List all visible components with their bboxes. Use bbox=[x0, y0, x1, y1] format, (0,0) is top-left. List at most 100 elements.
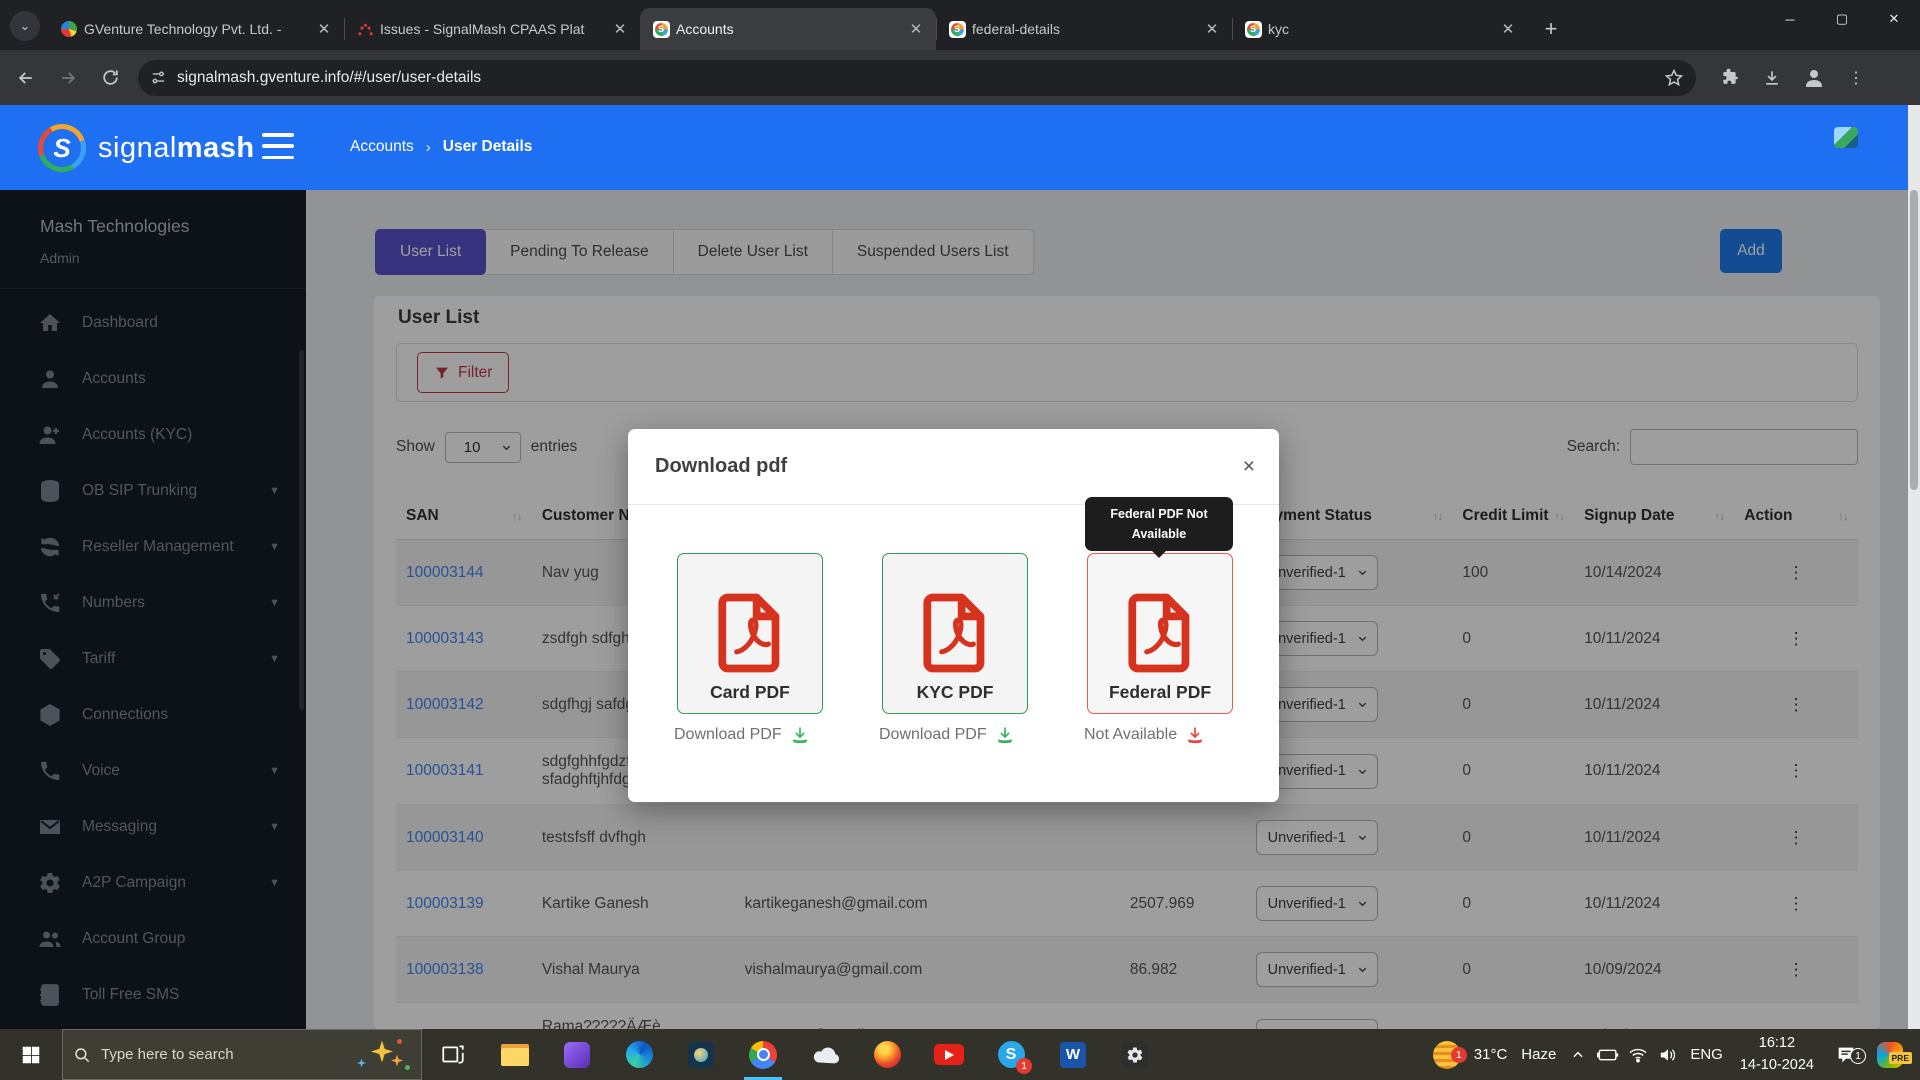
tab-title: GVenture Technology Pvt. Ltd. - bbox=[84, 21, 308, 37]
taskbar: Type here to search S1W 1 31°C Haze ENG bbox=[0, 1029, 1920, 1080]
card-pdf-card[interactable]: Card PDF bbox=[677, 553, 823, 714]
youtube-taskbar-icon[interactable] bbox=[918, 1029, 980, 1080]
page-scrollbar[interactable] bbox=[1908, 105, 1920, 1029]
onedrive-taskbar-icon[interactable] bbox=[794, 1029, 856, 1080]
breadcrumb-current: User Details bbox=[443, 138, 533, 156]
taskbar-clock[interactable]: 16:12 14-10-2024 bbox=[1740, 1033, 1814, 1075]
download-icon bbox=[995, 725, 1015, 745]
modal-title: Download pdf bbox=[655, 455, 1243, 478]
modal-close-icon[interactable]: × bbox=[1243, 455, 1255, 479]
tab-title: federal-details bbox=[972, 21, 1196, 37]
header-avatar[interactable] bbox=[1834, 127, 1858, 148]
download-pdf-action[interactable]: Download PDF bbox=[879, 722, 1015, 748]
settings-taskbar-icon[interactable] bbox=[1104, 1029, 1166, 1080]
language-indicator[interactable]: ENG bbox=[1690, 1046, 1723, 1063]
forward-icon[interactable] bbox=[52, 62, 84, 94]
download-pdf-modal: Download pdf × Card PDF Download PDF KYC P… bbox=[628, 429, 1279, 802]
browser-tab[interactable]: Issues - SignalMash CPAAS Plat ✕ bbox=[344, 8, 640, 50]
not-available-action: Not Available bbox=[1084, 722, 1205, 748]
maximize-button[interactable]: ▢ bbox=[1816, 0, 1868, 38]
explorer-taskbar-icon[interactable] bbox=[484, 1029, 546, 1080]
address-bar[interactable]: signalmash.gventure.info/#/user/user-det… bbox=[138, 60, 1696, 96]
browser-menu-icon[interactable]: ⋮ bbox=[1840, 62, 1872, 94]
firefox-taskbar-icon[interactable] bbox=[856, 1029, 918, 1080]
download-icon bbox=[790, 725, 810, 745]
download-icon bbox=[1185, 725, 1205, 745]
tab-title: kyc bbox=[1268, 21, 1492, 37]
tab-close-icon[interactable]: ✕ bbox=[1202, 19, 1222, 39]
breadcrumb: Accounts › User Details bbox=[350, 138, 532, 156]
back-icon[interactable] bbox=[10, 62, 42, 94]
signalmash-logo[interactable]: S signalmash bbox=[38, 124, 255, 172]
browser-tab[interactable]: Sfederal-details ✕ bbox=[936, 8, 1232, 50]
weather-condition: Haze bbox=[1521, 1046, 1556, 1063]
url-text[interactable]: signalmash.gventure.info/#/user/user-det… bbox=[177, 69, 1664, 87]
minimize-button[interactable]: ─ bbox=[1764, 0, 1816, 38]
kyc-pdf-card[interactable]: KYC PDF bbox=[882, 553, 1028, 714]
wifi-icon[interactable] bbox=[1623, 1047, 1653, 1063]
new-tab-button[interactable]: + bbox=[1536, 14, 1566, 44]
site-info-icon bbox=[150, 69, 167, 86]
window-controls: ─ ▢ ✕ bbox=[1764, 0, 1920, 38]
chrome-taskbar-icon[interactable] bbox=[732, 1029, 794, 1080]
extensions-icon[interactable] bbox=[1714, 62, 1746, 94]
pdf-file-icon bbox=[713, 592, 787, 674]
reload-icon[interactable] bbox=[94, 62, 126, 94]
weather-icon[interactable]: 1 bbox=[1427, 1041, 1467, 1069]
download-toolbar-icon[interactable] bbox=[1756, 62, 1788, 94]
pdf-card-label: Federal PDF bbox=[1109, 682, 1211, 703]
profile-avatar-icon[interactable] bbox=[1798, 62, 1830, 94]
copilot-icon[interactable]: PRE bbox=[1868, 1042, 1912, 1068]
app-header: S signalmash Accounts › User Details bbox=[0, 105, 1920, 190]
tab-close-icon[interactable]: ✕ bbox=[314, 19, 334, 39]
signalmash-favicon: S bbox=[1245, 21, 1262, 38]
battery-icon[interactable] bbox=[1593, 1048, 1623, 1062]
bookmark-star-icon[interactable] bbox=[1664, 68, 1684, 88]
skype-taskbar-icon[interactable]: S1 bbox=[980, 1029, 1042, 1080]
breadcrumb-chevron-icon: › bbox=[426, 139, 431, 156]
pdf-file-icon bbox=[918, 592, 992, 674]
pdf-card-label: Card PDF bbox=[710, 682, 790, 703]
signalmash-favicon: S bbox=[949, 21, 966, 38]
pdf-card-label: KYC PDF bbox=[917, 682, 994, 703]
close-button[interactable]: ✕ bbox=[1868, 0, 1920, 38]
hamburger-menu-icon[interactable] bbox=[262, 133, 294, 159]
hidden-icons-chevron[interactable] bbox=[1563, 1048, 1593, 1062]
browser-tab-bar: ⌄ GVenture Technology Pvt. Ltd. -✕Issues… bbox=[0, 0, 1920, 50]
redmine-favicon bbox=[357, 21, 374, 38]
edge-taskbar-icon[interactable] bbox=[608, 1029, 670, 1080]
tab-close-icon[interactable]: ✕ bbox=[1498, 19, 1518, 39]
tab-title: Issues - SignalMash CPAAS Plat bbox=[380, 21, 604, 37]
time: 16:12 bbox=[1740, 1033, 1814, 1054]
taskview-taskbar-icon[interactable] bbox=[422, 1029, 484, 1080]
copilot-sparkles-icon bbox=[355, 1035, 411, 1075]
weather-temp: 31°C bbox=[1474, 1046, 1508, 1063]
volume-icon[interactable] bbox=[1653, 1047, 1683, 1063]
tab-close-icon[interactable]: ✕ bbox=[906, 19, 926, 39]
signalmash-logo-icon: S bbox=[38, 124, 86, 172]
federal-pdf-card[interactable]: Federal PDF bbox=[1087, 553, 1233, 714]
taskbar-search-placeholder: Type here to search bbox=[101, 1046, 355, 1063]
date: 14-10-2024 bbox=[1740, 1055, 1814, 1076]
tab-search-icon[interactable]: ⌄ bbox=[10, 11, 40, 41]
browser-tab[interactable]: Skyc ✕ bbox=[1232, 8, 1528, 50]
search-icon bbox=[73, 1046, 91, 1064]
pdf-file-icon bbox=[1123, 592, 1197, 674]
dynamics-taskbar-icon[interactable] bbox=[546, 1029, 608, 1080]
start-button[interactable] bbox=[0, 1029, 62, 1080]
tab-close-icon[interactable]: ✕ bbox=[610, 19, 630, 39]
brand-wordmark: signalmash bbox=[98, 132, 255, 165]
federal-pdf-tooltip: Federal PDF Not Available bbox=[1085, 497, 1233, 551]
breadcrumb-accounts[interactable]: Accounts bbox=[350, 138, 414, 156]
screen: { "colors": { "header_blue": "#1e6ff2", … bbox=[0, 0, 1920, 1080]
tab-title: Accounts bbox=[676, 21, 900, 37]
gventure-favicon bbox=[61, 21, 77, 37]
notification-center-icon[interactable]: 1 bbox=[1824, 1044, 1868, 1066]
taskbar-search[interactable]: Type here to search bbox=[62, 1029, 422, 1080]
photos-taskbar-icon[interactable] bbox=[670, 1029, 732, 1080]
word-taskbar-icon[interactable]: W bbox=[1042, 1029, 1104, 1080]
browser-tab[interactable]: SAccounts✕ bbox=[640, 8, 936, 50]
browser-tab[interactable]: GVenture Technology Pvt. Ltd. - ✕ bbox=[48, 8, 344, 50]
copilot-pre-badge: PRE bbox=[1889, 1052, 1912, 1064]
download-pdf-action[interactable]: Download PDF bbox=[674, 722, 810, 748]
